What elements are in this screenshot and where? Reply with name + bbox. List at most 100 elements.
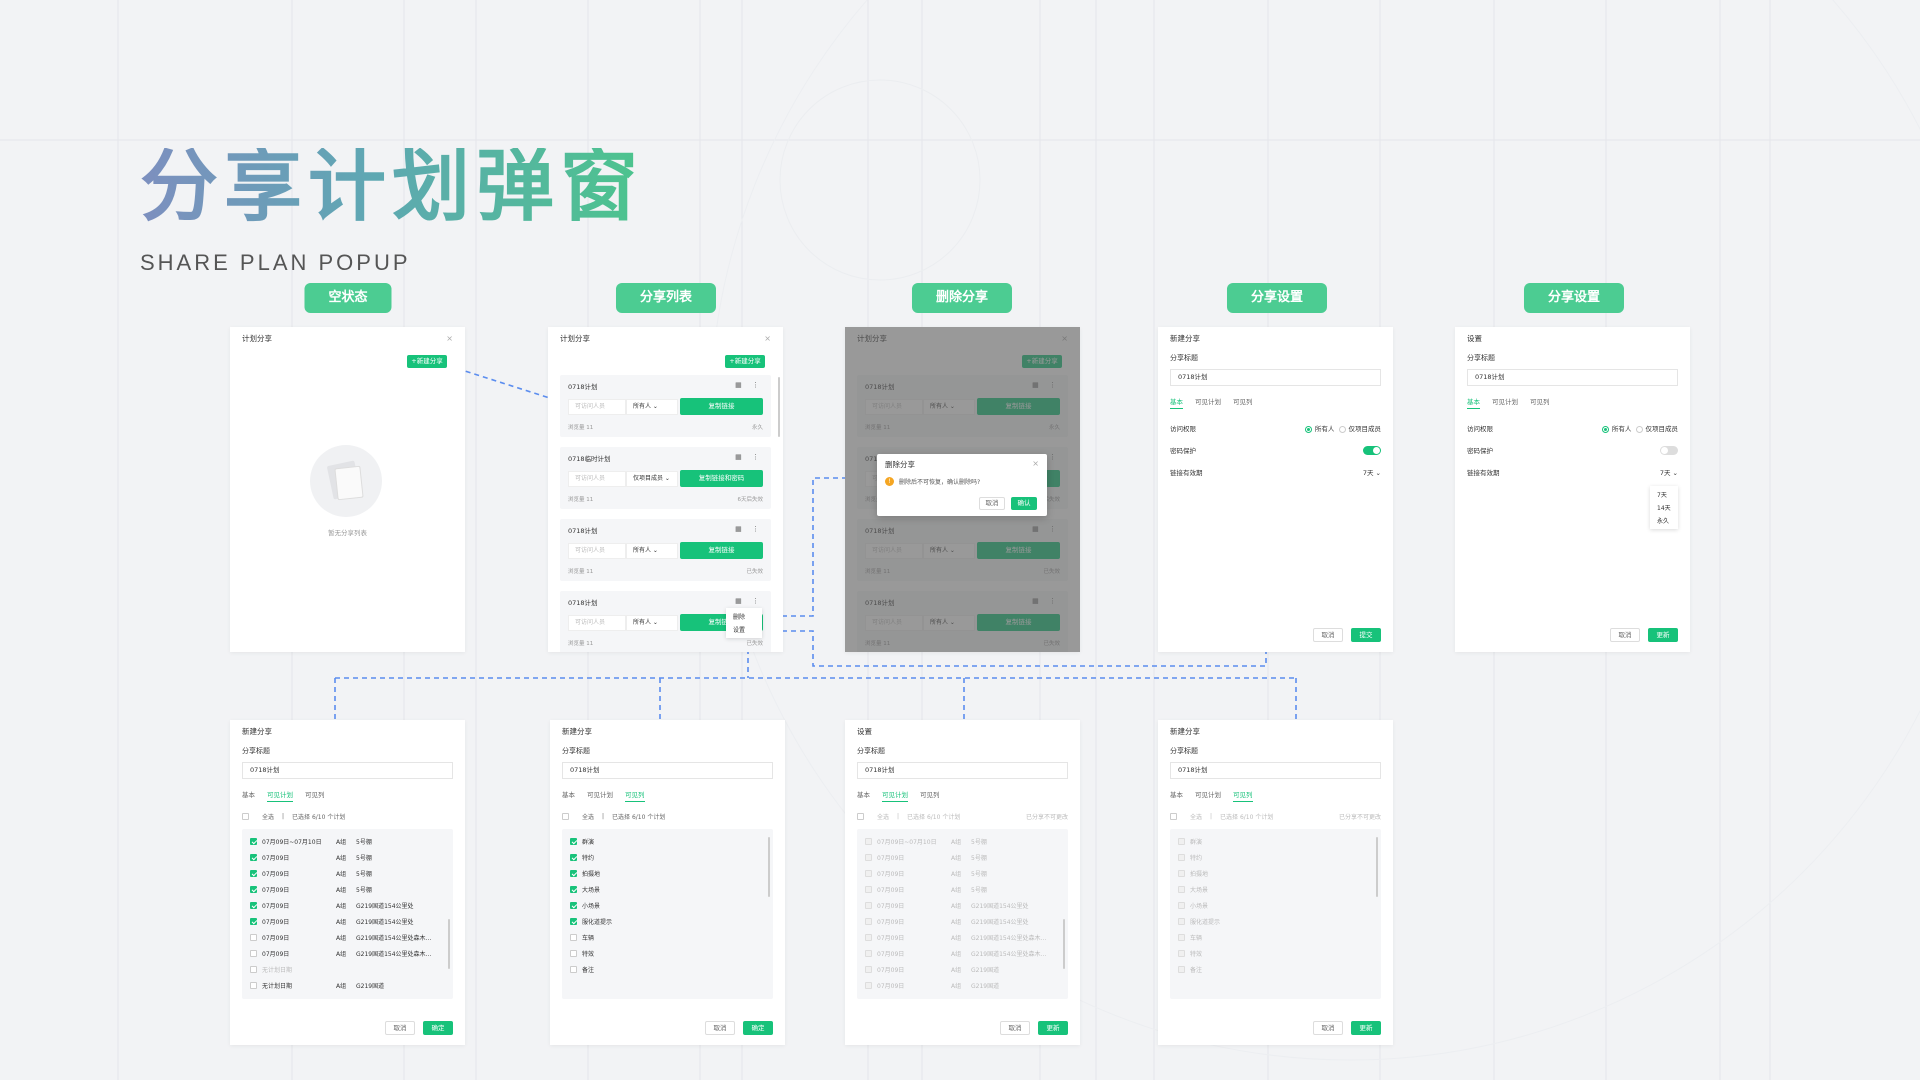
cancel-button[interactable]: 取消: [385, 1021, 415, 1035]
visitor-input[interactable]: 可访问人员: [568, 542, 626, 559]
copy-link-button[interactable]: 复制链接: [680, 542, 763, 559]
password-toggle[interactable]: [1660, 445, 1678, 455]
radio-members[interactable]: [1635, 425, 1643, 433]
radio-everyone[interactable]: [1601, 425, 1609, 433]
plan-checkbox[interactable]: [250, 869, 257, 877]
option-14-days[interactable]: 14天: [1650, 501, 1678, 514]
column-row[interactable]: 特约: [570, 849, 765, 865]
visitor-input[interactable]: 可访问人员: [568, 470, 626, 487]
qr-more-icon[interactable]: ▦ ⋮: [735, 381, 763, 389]
scope-select[interactable]: 所有人 ⌄: [626, 398, 678, 415]
plan-row[interactable]: 07月09日 A组 G219国道154公里处森木...: [250, 929, 445, 945]
column-checkbox[interactable]: [570, 901, 577, 909]
new-share-button[interactable]: +新建分享: [725, 355, 765, 368]
plan-checkbox[interactable]: [250, 949, 257, 957]
column-row[interactable]: 车辆: [1178, 929, 1373, 945]
plan-checkbox[interactable]: [865, 917, 872, 925]
plan-row[interactable]: 07月09日~07月10日 A组 5号棚: [250, 833, 445, 849]
radio-everyone[interactable]: [1304, 425, 1312, 433]
column-checkbox[interactable]: [1178, 837, 1185, 845]
column-checkbox[interactable]: [570, 837, 577, 845]
tab-basic[interactable]: 基本: [1170, 396, 1183, 409]
plan-checkbox[interactable]: [250, 965, 257, 973]
scope-select[interactable]: 仅项目成员 ⌄: [626, 470, 678, 487]
column-checkbox[interactable]: [1178, 885, 1185, 893]
tab-visible-plans[interactable]: 可见计划: [267, 789, 293, 802]
column-row[interactable]: 群演: [1178, 833, 1373, 849]
plan-checkbox[interactable]: [250, 837, 257, 845]
column-row[interactable]: 备注: [1178, 961, 1373, 977]
plan-row[interactable]: 无计划日期: [250, 961, 445, 977]
column-checkbox[interactable]: [1178, 901, 1185, 909]
menu-delete[interactable]: 删除: [726, 610, 762, 623]
column-checkbox[interactable]: [570, 853, 577, 861]
column-checkbox[interactable]: [570, 965, 577, 973]
column-row[interactable]: 特效: [570, 945, 765, 961]
cancel-button[interactable]: 取消: [1313, 1021, 1343, 1035]
column-checkbox[interactable]: [1178, 965, 1185, 973]
plan-row[interactable]: 07月09日~07月10日 A组 5号棚: [865, 833, 1060, 849]
plan-row[interactable]: 07月09日 A组 G219国道: [865, 977, 1060, 993]
column-row[interactable]: 小场景: [570, 897, 765, 913]
cancel-button[interactable]: 取消: [1313, 628, 1343, 642]
plan-checkbox[interactable]: [865, 949, 872, 957]
visitor-input[interactable]: 可访问人员: [568, 614, 626, 631]
column-checkbox[interactable]: [1178, 949, 1185, 957]
plan-row[interactable]: 07月09日 A组 G219国道154公里处森木...: [865, 945, 1060, 961]
tab-visible-columns[interactable]: 可见列: [305, 789, 325, 802]
column-checkbox[interactable]: [570, 933, 577, 941]
close-icon[interactable]: ×: [764, 334, 771, 343]
cancel-button[interactable]: 取消: [705, 1021, 735, 1035]
qr-more-icon[interactable]: ▦ ⋮: [735, 453, 763, 461]
column-row[interactable]: 服化道提示: [1178, 913, 1373, 929]
share-title-input[interactable]: 0718计划: [1467, 369, 1678, 386]
column-row[interactable]: 大场景: [1178, 881, 1373, 897]
cancel-button[interactable]: 取消: [1610, 628, 1640, 642]
tab-basic[interactable]: 基本: [857, 789, 870, 802]
column-checkbox[interactable]: [1178, 853, 1185, 861]
plan-row[interactable]: 07月09日 A组 G219国道154公里处森木...: [865, 929, 1060, 945]
plan-row[interactable]: 07月09日 A组 5号棚: [250, 865, 445, 881]
expiry-select[interactable]: 7天 ⌄: [1363, 467, 1381, 477]
radio-members[interactable]: [1338, 425, 1346, 433]
close-icon[interactable]: ×: [446, 334, 453, 343]
plan-row[interactable]: 07月09日 A组 G219国道154公里处: [250, 897, 445, 913]
plan-row[interactable]: 07月09日 A组 5号棚: [250, 849, 445, 865]
plan-checkbox[interactable]: [250, 917, 257, 925]
dialog-cancel-button[interactable]: 取消: [979, 497, 1005, 510]
qr-more-icon[interactable]: ▦ ⋮: [735, 597, 763, 605]
copy-link-button[interactable]: 复制链接: [680, 398, 763, 415]
plan-row[interactable]: 07月09日 A组 G219国道154公里处森木...: [250, 945, 445, 961]
plan-checkbox[interactable]: [250, 853, 257, 861]
plan-checkbox[interactable]: [250, 901, 257, 909]
column-row[interactable]: 群演: [570, 833, 765, 849]
plan-checkbox[interactable]: [865, 837, 872, 845]
tab-basic[interactable]: 基本: [562, 789, 575, 802]
tab-visible-columns[interactable]: 可见列: [1530, 396, 1550, 409]
select-all-checkbox[interactable]: [562, 813, 569, 820]
expiry-select[interactable]: 7天 ⌄: [1660, 467, 1678, 477]
select-all-checkbox[interactable]: [242, 813, 249, 820]
column-checkbox[interactable]: [570, 885, 577, 893]
tab-visible-plans[interactable]: 可见计划: [882, 789, 908, 802]
tab-visible-plans[interactable]: 可见计划: [1195, 396, 1221, 409]
tab-visible-columns[interactable]: 可见列: [1233, 396, 1253, 409]
copy-link-button[interactable]: 复制链接和密码: [680, 470, 763, 487]
submit-button[interactable]: 提交: [1351, 628, 1381, 642]
plan-checkbox[interactable]: [865, 869, 872, 877]
close-icon[interactable]: ×: [1032, 459, 1039, 470]
column-checkbox[interactable]: [1178, 933, 1185, 941]
column-checkbox[interactable]: [1178, 869, 1185, 877]
column-row[interactable]: 车辆: [570, 929, 765, 945]
plan-checkbox[interactable]: [865, 885, 872, 893]
column-row[interactable]: 备注: [570, 961, 765, 977]
tab-basic[interactable]: 基本: [242, 789, 255, 802]
visitor-input[interactable]: 可访问人员: [568, 398, 626, 415]
plan-row[interactable]: 07月09日 A组 5号棚: [865, 865, 1060, 881]
share-title-input[interactable]: 0718计划: [242, 762, 453, 779]
option-7-days[interactable]: 7天: [1650, 488, 1678, 501]
share-title-input[interactable]: 0718计划: [1170, 369, 1381, 386]
column-checkbox[interactable]: [570, 917, 577, 925]
column-row[interactable]: 特效: [1178, 945, 1373, 961]
plan-row[interactable]: 07月09日 A组 5号棚: [865, 881, 1060, 897]
